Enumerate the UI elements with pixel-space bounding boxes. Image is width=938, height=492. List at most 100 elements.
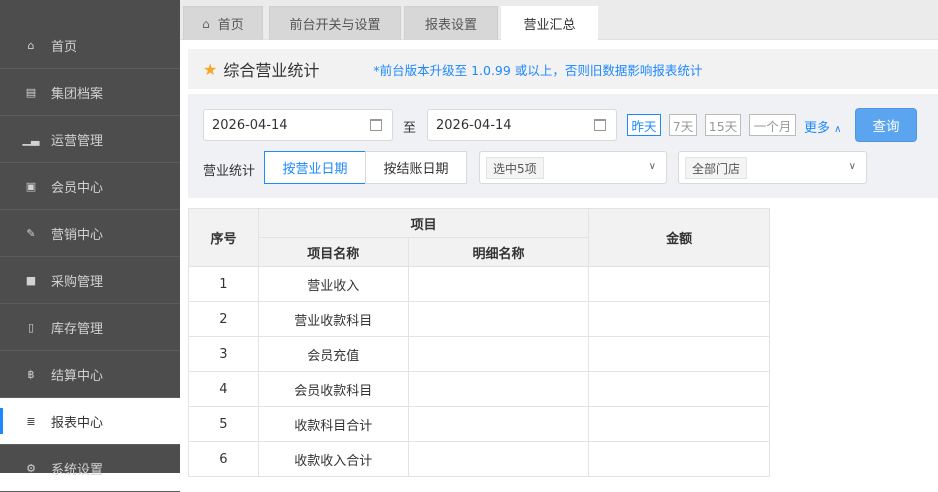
- sidebar-item-label: 会员中心: [51, 180, 104, 196]
- sidebar-item-members[interactable]: ▣ 会员中心: [0, 163, 180, 210]
- sidebar-item-group-archive[interactable]: ▤ 集团档案: [0, 69, 180, 116]
- tab-report-settings[interactable]: 报表设置: [404, 6, 498, 40]
- items-select-value: 选中5项: [486, 157, 544, 179]
- report-icon: ≣: [26, 414, 36, 428]
- row-index: 5: [188, 406, 259, 442]
- sidebar-item-system-settings[interactable]: ⚙ 系统设置: [0, 445, 180, 492]
- store-select[interactable]: 全部门店 ∨: [678, 151, 867, 184]
- sidebar-item-label: 营销中心: [51, 227, 104, 243]
- row-item-name: 营业收入: [257, 266, 409, 302]
- chevron-down-icon: ∨: [848, 161, 856, 172]
- row-index: 4: [188, 371, 259, 407]
- more-label: 更多: [804, 121, 831, 136]
- row-detail-name: [407, 441, 590, 477]
- query-button[interactable]: 查询: [856, 109, 916, 141]
- quick-range-yesterday[interactable]: 昨天: [627, 114, 661, 136]
- row-detail-name: [407, 406, 590, 442]
- row-detail-name: [407, 266, 590, 302]
- sidebar-item-label: 集团档案: [51, 86, 104, 102]
- tab-home[interactable]: ⌂ 首页: [183, 6, 263, 40]
- edit-icon: ✎: [26, 226, 36, 240]
- sidebar-item-purchasing[interactable]: ■ 采购管理: [0, 257, 180, 304]
- tab-label: 报表设置: [424, 18, 477, 33]
- tab-label: 首页: [217, 18, 244, 33]
- table-row: 2 营业收款科目: [188, 301, 770, 337]
- stat-by-business-date[interactable]: 按营业日期: [264, 151, 366, 184]
- header-item-group: 项目: [257, 208, 590, 238]
- header-index: 序号: [188, 208, 259, 267]
- page-title: 综合营业统计: [223, 61, 320, 80]
- sidebar-item-label: 运营管理: [51, 133, 104, 149]
- header-detail-name: 明细名称: [407, 237, 590, 267]
- id-card-icon: ▣: [25, 179, 37, 193]
- row-item-name: 会员收款科目: [257, 371, 409, 407]
- row-amount: [588, 301, 770, 337]
- row-item-name: 会员充值: [257, 336, 409, 372]
- sidebar-item-label: 结算中心: [51, 368, 104, 384]
- row-item-name: 营业收款科目: [257, 301, 409, 337]
- row-index: 2: [188, 301, 259, 337]
- quick-range-7days[interactable]: 7天: [669, 114, 697, 136]
- calendar-icon: [594, 119, 606, 131]
- table-row: 4 会员收款科目: [188, 371, 770, 407]
- quick-range-15days[interactable]: 15天: [705, 114, 741, 136]
- row-index: 6: [188, 441, 259, 477]
- stat-by-checkout-date[interactable]: 按结账日期: [365, 151, 467, 184]
- row-detail-name: [407, 371, 590, 407]
- row-amount: [588, 336, 770, 372]
- more-filters-toggle[interactable]: 更多 ∧: [804, 117, 841, 136]
- version-notice: *前台版本升级至 1.0.99 或以上，否则旧数据影响报表统计: [373, 62, 703, 78]
- end-date-value: 2026-04-14: [436, 117, 512, 133]
- table-row: 3 会员充值: [188, 336, 770, 372]
- row-index: 1: [188, 266, 259, 302]
- sidebar-item-label: 系统设置: [51, 462, 104, 478]
- store-select-value: 全部门店: [685, 157, 748, 179]
- file-icon: ▤: [25, 85, 37, 99]
- start-date-input[interactable]: 2026-04-14: [203, 109, 393, 141]
- tab-frontdesk-settings[interactable]: 前台开关与设置: [269, 6, 401, 40]
- chevron-down-icon: ∨: [648, 161, 656, 172]
- sidebar-item-reports[interactable]: ≣ 报表中心: [0, 398, 180, 445]
- star-icon: ★: [203, 59, 218, 79]
- row-amount: [588, 406, 770, 442]
- sidebar-item-label: 报表中心: [51, 415, 104, 431]
- building-icon: ▯: [27, 320, 35, 334]
- sidebar-item-label: 采购管理: [51, 274, 104, 290]
- sidebar-item-home[interactable]: ⌂ 首页: [0, 22, 180, 69]
- tab-bar: ⌂ 首页 前台开关与设置 报表设置 营业汇总: [180, 0, 938, 40]
- row-item-name: 收款收入合计: [257, 441, 409, 477]
- header-item-name: 项目名称: [257, 237, 409, 267]
- home-icon: ⌂: [202, 16, 210, 31]
- tab-business-summary[interactable]: 营业汇总: [501, 6, 598, 40]
- tab-label: 前台开关与设置: [289, 18, 381, 33]
- table-row: 1 营业收入: [188, 266, 770, 302]
- end-date-input[interactable]: 2026-04-14: [427, 109, 617, 141]
- sidebar-item-operations[interactable]: ▁▃ 运营管理: [0, 116, 180, 163]
- bar-chart-icon: ▁▃: [22, 132, 40, 146]
- table-row: 5 收款科目合计: [188, 406, 770, 442]
- sidebar: ⌂ 首页 ▤ 集团档案 ▁▃ 运营管理 ▣ 会员中心 ✎ 营销中心 ■ 采购管理…: [0, 0, 180, 492]
- row-detail-name: [407, 336, 590, 372]
- row-detail-name: [407, 301, 590, 337]
- start-date-value: 2026-04-14: [212, 117, 288, 133]
- sidebar-item-label: 首页: [51, 39, 78, 55]
- row-amount: [588, 266, 770, 302]
- home-icon: ⌂: [27, 38, 35, 52]
- date-range-separator: 至: [403, 121, 417, 136]
- items-select[interactable]: 选中5项 ∨: [479, 151, 667, 184]
- quick-range-month[interactable]: 一个月: [749, 114, 796, 136]
- page-header: ★ 综合营业统计 *前台版本升级至 1.0.99 或以上，否则旧数据影响报表统计: [188, 49, 938, 89]
- header-amount: 金额: [588, 208, 770, 267]
- table-row: 6 收款收入合计: [188, 441, 770, 477]
- summary-table: 序号 项目 金额 项目名称 明细名称 1 营业收入 2 营业收款科目 3 会员充…: [188, 208, 770, 477]
- calendar-icon: [370, 119, 382, 131]
- row-index: 3: [188, 336, 259, 372]
- sidebar-item-marketing[interactable]: ✎ 营销中心: [0, 210, 180, 257]
- row-item-name: 收款科目合计: [257, 406, 409, 442]
- sidebar-item-inventory[interactable]: ▯ 库存管理: [0, 304, 180, 351]
- row-amount: [588, 371, 770, 407]
- stat-mode-label: 营业统计: [203, 164, 256, 179]
- sidebar-item-settlement[interactable]: ฿ 结算中心: [0, 351, 180, 398]
- row-amount: [588, 441, 770, 477]
- book-icon: ■: [25, 273, 37, 287]
